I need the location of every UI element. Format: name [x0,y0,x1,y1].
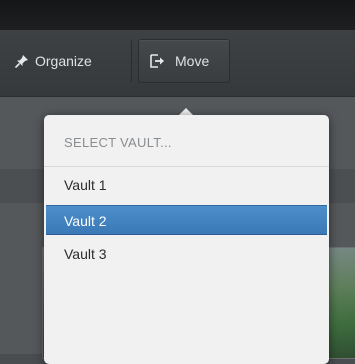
organize-button[interactable]: Organize [0,39,132,83]
top-bar [0,0,355,30]
pin-icon [15,55,28,68]
move-to-icon [150,54,164,68]
move-label: Move [175,53,210,69]
move-button[interactable]: Move [138,39,230,83]
dropdown-header: SELECT VAULT... [64,135,172,150]
select-vault-dropdown: SELECT VAULT... Vault 1 Vault 2 Vault 3 [44,115,329,364]
toolbar: Organize Move [0,30,355,97]
organize-label: Organize [35,53,92,69]
vault-option-1[interactable]: Vault 1 [44,170,329,200]
vault-option-3[interactable]: Vault 3 [44,239,329,269]
divider [44,166,329,167]
vault-option-2[interactable]: Vault 2 [46,205,327,235]
